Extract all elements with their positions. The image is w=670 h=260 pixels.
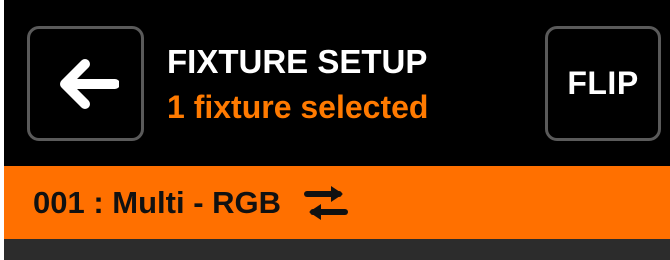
flip-button-label: FLIP — [567, 65, 639, 101]
selection-count: 1 fixture selected — [167, 89, 429, 125]
title-block: FIXTURE SETUP 1 fixture selected — [167, 42, 428, 127]
bottom-strip — [4, 239, 670, 260]
arrow-left-icon — [59, 58, 119, 109]
flip-button[interactable]: FLIP — [545, 26, 661, 141]
fixture-setup-screen: FIXTURE SETUP 1 fixture selected FLIP 00… — [0, 0, 670, 260]
back-button[interactable] — [27, 26, 144, 141]
page-title: FIXTURE SETUP — [167, 43, 428, 80]
fixture-bar[interactable]: 001 : Multi - RGB — [4, 166, 670, 239]
header: FIXTURE SETUP 1 fixture selected FLIP — [4, 0, 670, 166]
fixture-label: 001 : Multi - RGB — [33, 184, 282, 220]
swap-arrows-icon[interactable] — [303, 184, 349, 222]
